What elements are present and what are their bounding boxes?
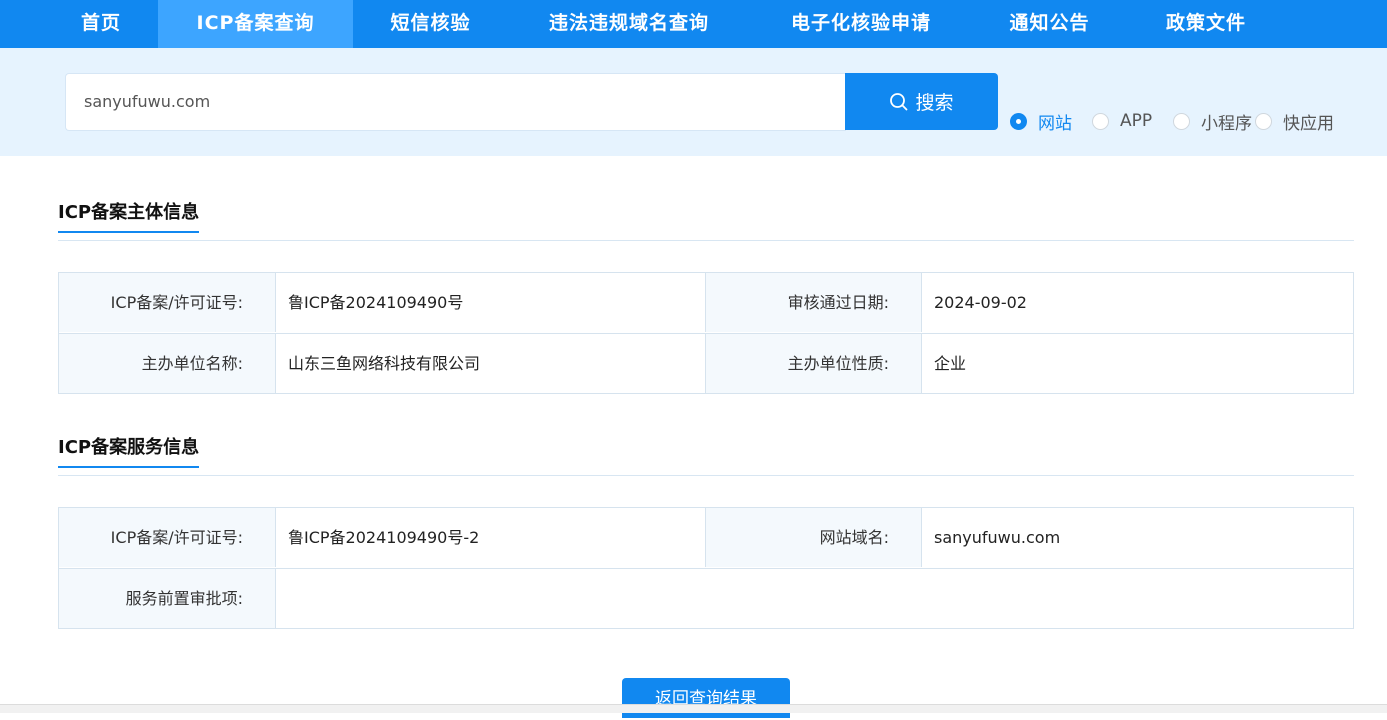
radio-label: 小程序 xyxy=(1201,113,1252,134)
service-license-label: ICP备案/许可证号: xyxy=(59,508,276,567)
service-info-table: ICP备案/许可证号: 鲁ICP备2024109490号-2 网站域名: san… xyxy=(58,507,1354,629)
horizontal-scrollbar[interactable] xyxy=(0,704,1387,713)
radio-label: 网站 xyxy=(1038,113,1072,134)
pre-approval-value xyxy=(276,569,1353,628)
nav-item-icp-query[interactable]: ICP备案查询 xyxy=(158,0,353,48)
nav-item-sms-verify[interactable]: 短信核验 xyxy=(353,0,508,48)
subject-section-title: ICP备案主体信息 xyxy=(58,198,200,233)
domain-value: sanyufuwu.com xyxy=(934,528,1061,547)
table-row: ICP备案/许可证号: 鲁ICP备2024109490号-2 网站域名: san… xyxy=(59,508,1353,568)
organizer-name-label: 主办单位名称: xyxy=(59,334,276,393)
subject-info-table: ICP备案/许可证号: 鲁ICP备2024109490号 审核通过日期: 202… xyxy=(58,272,1354,394)
radio-dot-icon xyxy=(1010,112,1027,130)
radio-quickapp[interactable]: 快应用 xyxy=(1255,109,1334,134)
top-nav: 首页 ICP备案查询 短信核验 违法违规域名查询 电子化核验申请 通知公告 政策… xyxy=(0,0,1387,48)
service-section-title: ICP备案服务信息 xyxy=(58,433,200,468)
search-band: sanyufuwu.com 搜索 网站 APP 小程序 快应用 xyxy=(0,48,1387,156)
organizer-type-value: 企业 xyxy=(934,354,967,373)
radio-dot-icon xyxy=(1092,112,1109,130)
nav-item-notices[interactable]: 通知公告 xyxy=(972,0,1127,48)
section-divider xyxy=(58,240,1354,241)
radio-miniprogram[interactable]: 小程序 xyxy=(1173,109,1252,134)
nav-item-illegal-domain[interactable]: 违法违规域名查询 xyxy=(508,0,750,48)
service-license-value: 鲁ICP备2024109490号-2 xyxy=(288,528,480,547)
organizer-name-value: 山东三鱼网络科技有限公司 xyxy=(288,354,481,373)
search-icon xyxy=(890,92,908,110)
license-value: 鲁ICP备2024109490号 xyxy=(288,293,464,312)
nav-item-policies[interactable]: 政策文件 xyxy=(1127,0,1285,48)
nav-item-home[interactable]: 首页 xyxy=(44,0,158,48)
organizer-type-label: 主办单位性质: xyxy=(705,334,922,393)
radio-dot-icon xyxy=(1173,112,1190,130)
nav-item-e-verify[interactable]: 电子化核验申请 xyxy=(750,0,972,48)
radio-label: APP xyxy=(1120,111,1153,131)
pre-approval-label: 服务前置审批项: xyxy=(59,569,276,628)
search-button[interactable]: 搜索 xyxy=(845,73,998,130)
search-button-label: 搜索 xyxy=(915,92,954,114)
radio-label: 快应用 xyxy=(1283,113,1334,134)
table-row: 主办单位名称: 山东三鱼网络科技有限公司 主办单位性质: 企业 xyxy=(59,333,1353,393)
section-divider xyxy=(58,475,1354,476)
approval-date-label: 审核通过日期: xyxy=(705,273,922,332)
approval-date-value: 2024-09-02 xyxy=(934,293,1027,312)
search-input[interactable]: sanyufuwu.com xyxy=(65,73,846,131)
table-row: 服务前置审批项: xyxy=(59,568,1353,628)
radio-dot-icon xyxy=(1255,112,1272,130)
table-row: ICP备案/许可证号: 鲁ICP备2024109490号 审核通过日期: 202… xyxy=(59,273,1353,333)
radio-website[interactable]: 网站 xyxy=(1010,109,1072,134)
domain-label: 网站域名: xyxy=(705,508,922,567)
license-label: ICP备案/许可证号: xyxy=(59,273,276,332)
radio-app[interactable]: APP xyxy=(1092,109,1152,133)
